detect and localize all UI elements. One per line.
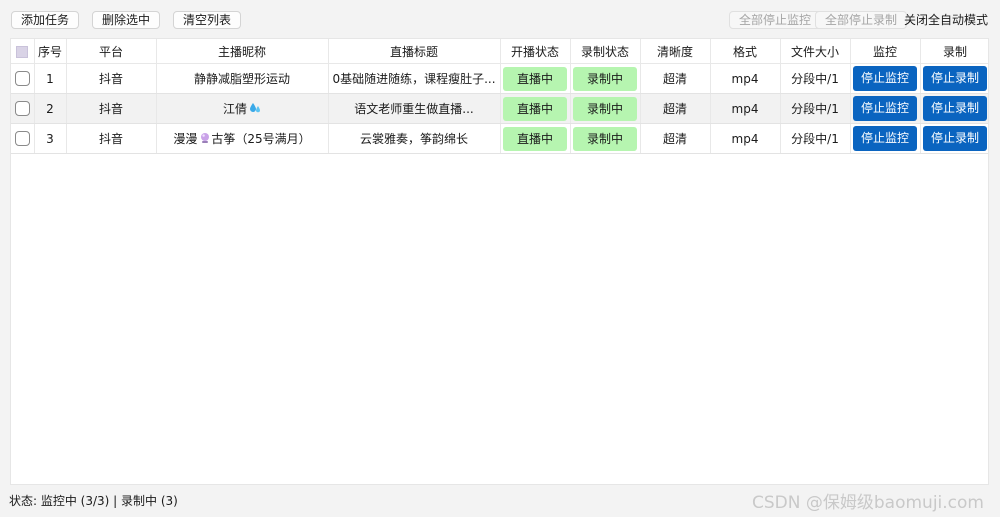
stop-record-button[interactable]: 停止录制 [923,126,987,151]
nickname-suffix: 古筝（25号满月） [211,132,311,146]
row-platform: 抖音 [66,123,157,154]
row-title: 0基础随进随练，课程瘦肚子... [328,63,501,94]
status-bar: 状态: 监控中 (3/3) | 录制中 (3) [9,494,178,508]
row-nickname: 漫漫 古筝（25号满月） [156,123,329,154]
row-nickname: 江倩 [156,93,329,124]
nickname-text: 漫漫 [173,132,198,146]
nickname-text: 静静减脂塑形运动 [193,72,290,86]
row-platform: 抖音 [66,93,157,124]
stop-record-button[interactable]: 停止录制 [923,66,987,91]
row-nickname: 静静减脂塑形运动 [156,63,329,94]
row-checkbox[interactable] [14,101,30,116]
row-title: 云裳雅奏，筝韵绵长 [328,123,501,154]
row-file-size: 分段中/1 [780,123,851,154]
record-status-badge: 录制中 [573,126,637,151]
select-all-checkbox[interactable] [16,45,29,58]
row-checkbox[interactable] [14,131,30,146]
header-index[interactable]: 序号 [34,39,67,64]
header-monitor[interactable]: 监控 [850,39,921,64]
task-table: 序号 平台 主播昵称 直播标题 开播状态 录制状态 清晰度 格式 文件大小 监控… [10,38,989,485]
table-header-row: 序号 平台 主播昵称 直播标题 开播状态 录制状态 清晰度 格式 文件大小 监控… [11,39,988,64]
watermark: CSDN @保姆级baomuji.com [752,493,984,513]
header-nickname[interactable]: 主播昵称 [156,39,329,64]
nickname-text: 江倩 [222,102,247,116]
row-quality: 超清 [640,123,711,154]
header-platform[interactable]: 平台 [66,39,157,64]
stop-monitor-button[interactable]: 停止监控 [853,66,917,91]
record-status-badge: 录制中 [573,96,637,121]
row-index: 1 [34,63,67,94]
row-title: 语文老师重生做直播... [328,93,501,124]
header-record-status[interactable]: 录制状态 [570,39,641,64]
row-file-size: 分段中/1 [780,63,851,94]
clear-list-button[interactable]: 清空列表 [173,11,242,29]
row-index: 3 [34,123,67,154]
stop-monitor-button[interactable]: 停止监控 [853,126,917,151]
header-format[interactable]: 格式 [710,39,781,64]
header-live-status[interactable]: 开播状态 [500,39,571,64]
live-status-badge: 直播中 [503,96,567,121]
row-platform: 抖音 [66,63,157,94]
row-quality: 超清 [640,63,711,94]
row-quality: 超清 [640,93,711,124]
row-file-size: 分段中/1 [780,93,851,124]
stop-all-monitor-button[interactable]: 全部停止监控 [729,11,822,29]
header-quality[interactable]: 清晰度 [640,39,711,64]
add-task-button[interactable]: 添加任务 [11,11,80,29]
record-status-badge: 录制中 [573,66,637,91]
row-format: mp4 [710,93,781,124]
delete-selected-button[interactable]: 删除选中 [92,11,161,29]
toolbar: 添加任务 删除选中 清空列表 全部停止监控 全部停止录制 关闭全自动模式 [0,0,1000,38]
row-format: mp4 [710,63,781,94]
crystal-ball-emoji-icon [199,132,211,147]
header-record[interactable]: 录制 [920,39,988,64]
header-title[interactable]: 直播标题 [328,39,501,64]
stop-record-button[interactable]: 停止录制 [923,96,987,121]
stop-monitor-button[interactable]: 停止监控 [853,96,917,121]
table-row[interactable]: 2 抖音 江倩 语文老师重生做直播... 直播中 录制中 超清 mp4 分段中/… [11,93,988,124]
table-row[interactable]: 1 抖音 静静减脂塑形运动 0基础随进随练，课程瘦肚子... 直播中 录制中 超… [11,63,988,94]
row-index: 2 [34,93,67,124]
row-checkbox[interactable] [14,71,30,86]
stop-all-record-button[interactable]: 全部停止录制 [815,11,908,29]
header-select-all[interactable] [11,39,35,64]
table-row[interactable]: 3 抖音 漫漫 古筝（25号满月） 云裳雅奏，筝韵绵长 直播中 录制中 超清 mp… [11,123,988,154]
header-file-size[interactable]: 文件大小 [780,39,851,64]
live-status-badge: 直播中 [503,126,567,151]
live-status-badge: 直播中 [503,66,567,91]
row-format: mp4 [710,123,781,154]
close-auto-mode-button[interactable]: 关闭全自动模式 [901,11,991,29]
water-drops-emoji-icon [249,102,261,117]
